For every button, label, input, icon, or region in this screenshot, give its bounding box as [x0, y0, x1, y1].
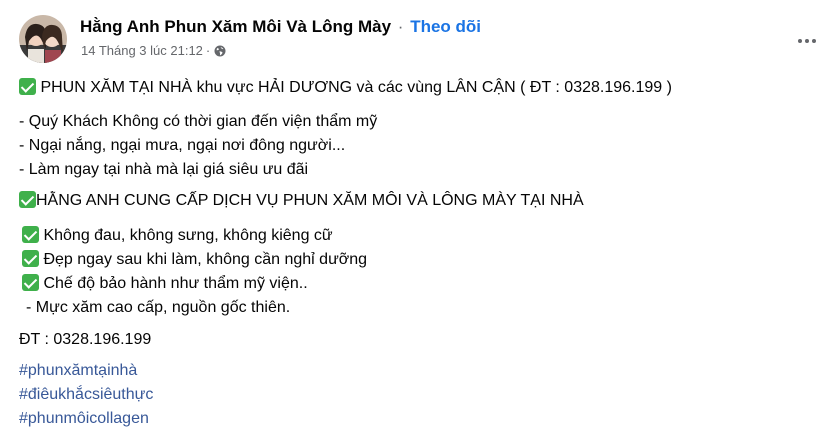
- post-meta: 14 Tháng 3 lúc 21:12 ·: [81, 43, 226, 59]
- more-options-button[interactable]: [790, 24, 824, 58]
- reason-line: - Ngại nắng, ngại mưa, ngại nơi đông ngư…: [19, 137, 346, 154]
- benefit-line: Không đau, không sưng, không kiêng cữ: [22, 225, 333, 247]
- post-headline: PHUN XĂM TẠI NHÀ khu vực HẢI DƯƠNG và cá…: [36, 79, 672, 96]
- post-timestamp[interactable]: 14 Tháng 3 lúc 21:12: [81, 43, 203, 59]
- service-heading-line: HẰNG ANH CUNG CẤP DỊCH VỤ PHUN XĂM MÔI V…: [19, 190, 584, 212]
- more-options-icon: [798, 39, 802, 43]
- page-avatar[interactable]: [19, 15, 67, 63]
- post-title-line: Hằng Anh Phun Xăm Môi Và Lông Mày · Theo…: [80, 17, 481, 37]
- hashtag-link[interactable]: #điêukhắcsiêuthực: [19, 384, 153, 406]
- reason-line: - Quý Khách Không có thời gian đến viện …: [19, 113, 378, 130]
- facebook-post: Hằng Anh Phun Xăm Môi Và Lông Mày · Theo…: [0, 0, 840, 439]
- post-header: Hằng Anh Phun Xăm Môi Và Lông Mày · Theo…: [0, 0, 840, 70]
- service-heading: HẰNG ANH CUNG CẤP DỊCH VỤ PHUN XĂM MÔI V…: [36, 192, 584, 209]
- phone-line: ĐT : 0328.196.199: [19, 331, 152, 348]
- avatar-photo-icon: [19, 15, 67, 63]
- check-mark-icon: [22, 226, 39, 243]
- benefit-text: Đẹp ngay sau khi làm, không cần nghỉ dưỡ…: [39, 251, 368, 268]
- hashtag-link[interactable]: #phunxămtạinhà: [19, 360, 137, 382]
- globe-icon[interactable]: [214, 45, 226, 57]
- benefit-text: Chế độ bảo hành như thẩm mỹ viện..: [39, 275, 308, 292]
- hashtag-link[interactable]: #phunmôicollagen: [19, 408, 149, 430]
- headline-line: PHUN XĂM TẠI NHÀ khu vực HẢI DƯƠNG và cá…: [19, 77, 672, 99]
- page-name-link[interactable]: Hằng Anh Phun Xăm Môi Và Lông Mày: [80, 17, 391, 36]
- benefit-line: Chế độ bảo hành như thẩm mỹ viện..: [22, 273, 308, 295]
- check-mark-icon: [19, 78, 36, 95]
- check-mark-icon: [22, 250, 39, 267]
- meta-separator: ·: [205, 43, 211, 58]
- follow-button[interactable]: Theo dõi: [410, 17, 481, 36]
- benefit-line: Đẹp ngay sau khi làm, không cần nghỉ dưỡ…: [22, 249, 367, 271]
- benefit-text: Không đau, không sưng, không kiêng cữ: [39, 227, 333, 244]
- ink-note-line: - Mực xăm cao cấp, nguồn gốc thiên.: [26, 299, 291, 316]
- check-mark-icon: [22, 274, 39, 291]
- reason-line: - Làm ngay tại nhà mà lại giá siêu ưu đã…: [19, 161, 309, 178]
- check-mark-icon: [19, 191, 36, 208]
- title-separator: ·: [397, 17, 404, 36]
